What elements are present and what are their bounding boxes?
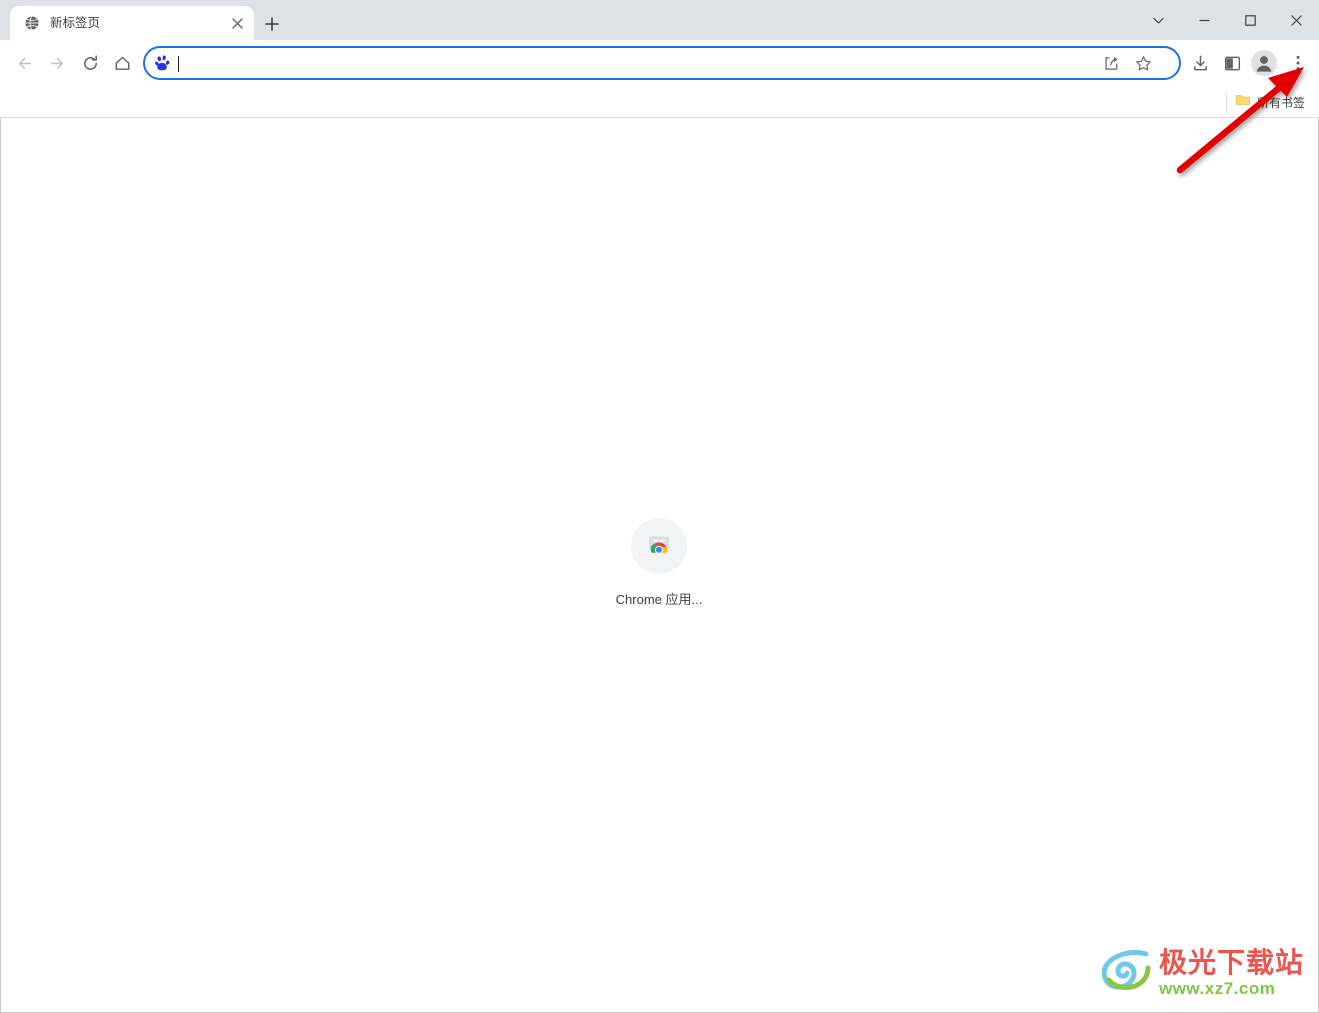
home-button[interactable] (108, 49, 136, 77)
new-tab-button[interactable] (258, 10, 286, 38)
bookmark-star-icon[interactable] (1131, 51, 1155, 75)
site-watermark: 极光下载站 www.xz7.com (1101, 947, 1304, 998)
new-tab-page-content: Chrome 应用... 极光下载站 www.xz7.com (0, 118, 1319, 1013)
address-input[interactable] (177, 48, 1121, 80)
window-controls (1135, 0, 1319, 40)
address-bar[interactable] (143, 46, 1181, 80)
bookmark-divider (1226, 93, 1227, 111)
folder-icon (1235, 92, 1251, 113)
more-menu-icon[interactable] (1284, 49, 1312, 77)
back-button[interactable] (10, 49, 38, 77)
shortcut-chrome-apps[interactable]: Chrome 应用... (613, 518, 705, 608)
forward-button[interactable] (43, 49, 71, 77)
side-panel-icon[interactable] (1218, 49, 1246, 77)
tab-close-icon[interactable] (228, 14, 246, 32)
baidu-paw-icon (155, 55, 172, 72)
reload-button[interactable] (76, 49, 104, 77)
close-button[interactable] (1273, 0, 1319, 40)
maximize-button[interactable] (1227, 0, 1273, 40)
bookmarks-bar: 所有书签 (0, 86, 1319, 118)
watermark-title: 极光下载站 (1158, 946, 1304, 978)
chrome-apps-icon (631, 518, 687, 574)
watermark-url: www.xz7.com (1158, 978, 1276, 998)
profile-avatar[interactable] (1250, 49, 1278, 77)
tab-new-tab-page[interactable]: 新标签页 (10, 6, 254, 40)
browser-toolbar (0, 40, 1319, 86)
tab-strip: 新标签页 (0, 0, 1319, 40)
globe-icon (24, 15, 40, 31)
share-icon[interactable] (1099, 51, 1123, 75)
minimize-button[interactable] (1181, 0, 1227, 40)
download-icon[interactable] (1186, 49, 1214, 77)
all-bookmarks-label: 所有书签 (1256, 95, 1305, 110)
tab-search-button[interactable] (1135, 0, 1181, 40)
all-bookmarks-button[interactable]: 所有书签 (1229, 90, 1311, 114)
tab-title: 新标签页 (50, 16, 101, 30)
watermark-logo-icon (1101, 947, 1153, 998)
shortcut-label: Chrome 应用... (615, 592, 703, 607)
browser-window: 新标签页 所有书签 Chrome 应用... 极光下载站 www.xz7.com (0, 0, 1319, 1013)
